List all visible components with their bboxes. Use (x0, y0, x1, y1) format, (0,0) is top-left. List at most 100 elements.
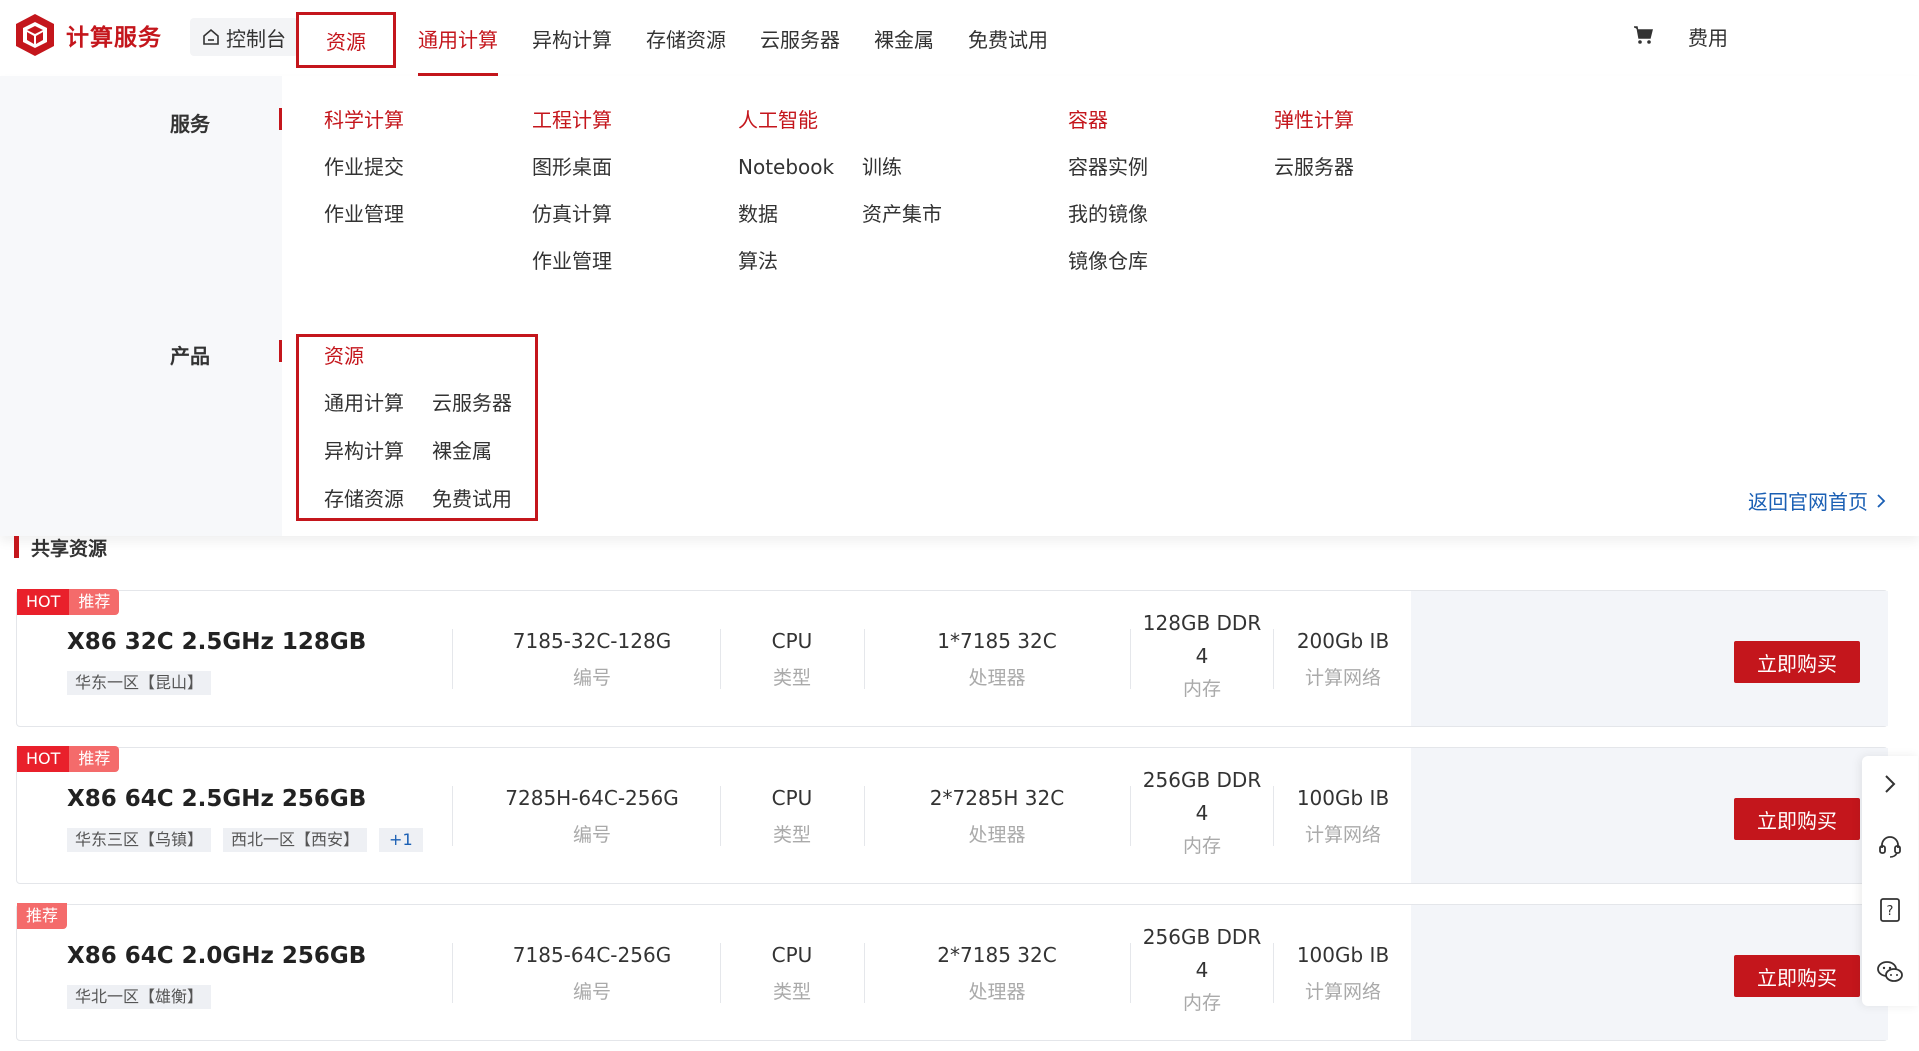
spec-code: 7185-64C-256G 编号 (467, 943, 717, 1004)
spec-type-value: CPU (771, 943, 813, 967)
card-name: X86 64C 2.5GHz 256GB (67, 786, 367, 812)
menu-item-job-submit[interactable]: 作业提交 (324, 155, 404, 179)
spec-cpu: 2*7285H 32C 处理器 (867, 786, 1127, 847)
menu-item-training[interactable]: 训练 (862, 155, 942, 179)
nav-resource[interactable]: 资源 (296, 12, 396, 68)
menu-item-cloud-server[interactable]: 云服务器 (1274, 155, 1354, 179)
spec-network-value: 100Gb IB (1296, 943, 1390, 967)
spec-network-label: 计算网络 (1304, 981, 1381, 1003)
card-tags: HOT 推荐 (17, 589, 120, 615)
product-bare-metal[interactable]: 裸金属 (432, 435, 492, 464)
spec-network: 100Gb IB 计算网络 (1275, 943, 1411, 1004)
menu-col-ai-2: 训练 资产集市 (862, 155, 942, 226)
spec-code: 7285H-64C-256G 编号 (467, 786, 717, 847)
product-free-trial[interactable]: 免费试用 (432, 483, 512, 512)
spec-cpu: 1*7185 32C 处理器 (867, 629, 1127, 690)
help-doc-icon[interactable]: ? (1876, 896, 1904, 924)
spec-type: CPU 类型 (722, 629, 862, 690)
menu-item-eng-job-manage[interactable]: 作业管理 (532, 249, 612, 273)
menu-item-data[interactable]: 数据 (738, 202, 834, 226)
spec-memory-value-2: 4 (1195, 644, 1209, 668)
buy-now-button[interactable]: 立即购买 (1734, 798, 1860, 840)
section-title-text: 共享资源 (31, 537, 108, 560)
divider (1130, 786, 1131, 846)
card-tags: 推荐 (17, 903, 68, 929)
region-tag: 西北一区【西安】 (223, 828, 368, 852)
home-icon (203, 28, 219, 45)
menu-col-scientific: 科学计算 作业提交 作业管理 (324, 108, 404, 226)
hot-tag: HOT (17, 589, 70, 615)
product-storage[interactable]: 存储资源 (324, 483, 404, 512)
recommend-tag: 推荐 (17, 903, 68, 929)
menu-item-image-repo[interactable]: 镜像仓库 (1068, 249, 1148, 273)
wechat-icon[interactable] (1876, 958, 1904, 986)
col-title-elastic[interactable]: 弹性计算 (1274, 108, 1354, 132)
products-title[interactable]: 资源 (324, 340, 364, 369)
spec-network-label: 计算网络 (1304, 667, 1381, 689)
nav-free-trial[interactable]: 免费试用 (968, 0, 1048, 76)
services-label: 服务 (170, 112, 210, 136)
headset-icon[interactable] (1876, 832, 1904, 860)
nav-general-compute[interactable]: 通用计算 (418, 0, 498, 76)
menu-item-simulation[interactable]: 仿真计算 (532, 202, 612, 226)
divider (720, 786, 721, 846)
products-label: 产品 (170, 344, 210, 368)
nav-cloud-server[interactable]: 云服务器 (760, 0, 840, 76)
logo-text: 计算服务 (66, 25, 162, 51)
menu-item-asset-market[interactable]: 资产集市 (862, 202, 942, 226)
back-home-link[interactable]: 返回官网首页 (1748, 486, 1886, 515)
product-card: HOT 推荐 X86 32C 2.5GHz 128GB 华东一区【昆山】 718… (16, 589, 1888, 727)
product-general-compute[interactable]: 通用计算 (324, 387, 404, 416)
nav-bare-metal[interactable]: 裸金属 (874, 0, 934, 76)
spec-memory-label: 内存 (1182, 678, 1221, 700)
fee-link[interactable]: 费用 (1688, 22, 1728, 51)
cart-icon[interactable] (1632, 24, 1654, 50)
menu-item-my-images[interactable]: 我的镜像 (1068, 202, 1148, 226)
col-title-ai[interactable]: 人工智能 (738, 108, 834, 132)
spec-memory-label: 内存 (1182, 992, 1221, 1014)
spec-cpu-label: 处理器 (968, 667, 1026, 689)
spec-network-label: 计算网络 (1304, 824, 1381, 846)
region-tag: 华东一区【昆山】 (67, 671, 212, 695)
card-regions: 华东三区【乌镇】 西北一区【西安】 +1 (67, 828, 423, 852)
spec-cpu-label: 处理器 (968, 824, 1026, 846)
section-title: 共享资源 (14, 536, 108, 560)
mega-menu: 服务 科学计算 作业提交 作业管理 工程计算 图形桌面 仿真计算 作业管理 人工… (0, 76, 1919, 536)
menu-item-notebook[interactable]: Notebook (738, 155, 834, 179)
menu-item-container-instance[interactable]: 容器实例 (1068, 155, 1148, 179)
spec-cpu-value: 2*7285H 32C (929, 786, 1065, 810)
logo-cube-icon (16, 14, 54, 56)
card-regions: 华东一区【昆山】 (67, 671, 212, 695)
col-title-engineering[interactable]: 工程计算 (532, 108, 612, 132)
console-button[interactable]: 控制台 (190, 18, 298, 56)
nav-storage[interactable]: 存储资源 (646, 0, 726, 76)
svg-text:?: ? (1887, 904, 1894, 919)
buy-now-button[interactable]: 立即购买 (1734, 641, 1860, 683)
chevron-right-icon[interactable] (1876, 770, 1904, 798)
buy-now-button[interactable]: 立即购买 (1734, 955, 1860, 997)
menu-item-job-manage[interactable]: 作业管理 (324, 202, 404, 226)
spec-memory-value-2: 4 (1195, 958, 1209, 982)
menu-col-engineering: 工程计算 图形桌面 仿真计算 作业管理 (532, 108, 612, 273)
recommend-tag: 推荐 (69, 589, 120, 615)
logo[interactable]: 计算服务 (14, 12, 162, 58)
spec-cpu-value: 2*7185 32C (937, 943, 1057, 967)
spec-code-value: 7185-32C-128G (512, 629, 672, 653)
card-regions: 华北一区【雄衡】 (67, 985, 212, 1009)
product-heterogeneous-compute[interactable]: 异构计算 (324, 435, 404, 464)
col-title-scientific[interactable]: 科学计算 (324, 108, 404, 132)
more-regions-tag[interactable]: +1 (379, 828, 423, 852)
spec-code-value: 7185-64C-256G (512, 943, 672, 967)
spec-code-label: 编号 (572, 824, 611, 846)
menu-item-graphic-desktop[interactable]: 图形桌面 (532, 155, 612, 179)
divider (720, 943, 721, 1003)
spec-network: 100Gb IB 计算网络 (1275, 786, 1411, 847)
main-nav: 通用计算 异构计算 存储资源 云服务器 裸金属 免费试用 (418, 0, 1082, 76)
divider (864, 629, 865, 689)
menu-item-algorithm[interactable]: 算法 (738, 249, 834, 273)
product-cloud-server[interactable]: 云服务器 (432, 387, 512, 416)
spec-type: CPU 类型 (722, 943, 862, 1004)
nav-heterogeneous-compute[interactable]: 异构计算 (532, 0, 612, 76)
spec-cpu-value: 1*7185 32C (937, 629, 1057, 653)
col-title-container[interactable]: 容器 (1068, 108, 1148, 132)
